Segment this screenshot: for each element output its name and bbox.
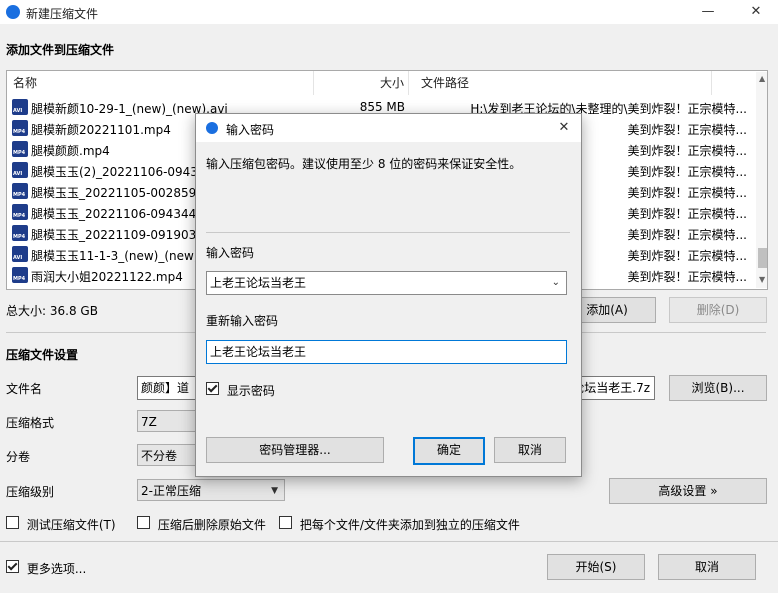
delete-after-checkbox[interactable] xyxy=(137,516,150,529)
minimize-button[interactable]: — xyxy=(697,3,719,21)
level-select[interactable]: 2-正常压缩 ▼ xyxy=(137,479,285,501)
separate-archives-option[interactable]: 把每个文件/文件夹添加到独立的压缩文件 xyxy=(279,516,520,533)
file-type-label: MP4 xyxy=(13,213,26,219)
file-type-label: AVI xyxy=(13,171,23,177)
scroll-thumb[interactable] xyxy=(758,248,767,268)
file-type-label: MP4 xyxy=(13,150,26,156)
confirm-password-input[interactable]: 上老王论坛当老王 xyxy=(206,340,567,364)
file-path: 美到炸裂！正宗模特... xyxy=(627,228,747,242)
mp4-file-icon: MP4 xyxy=(12,183,28,199)
mp4-file-icon: MP4 xyxy=(12,141,28,157)
filename-label: 文件名 xyxy=(6,382,43,396)
file-type-label: AVI xyxy=(13,108,23,114)
total-size: 总大小: 36.8 GB xyxy=(6,304,98,318)
dialog-close-button[interactable]: ✕ xyxy=(553,119,575,137)
file-path: 美到炸裂！正宗模特... xyxy=(627,207,747,221)
level-label: 压缩级别 xyxy=(6,485,55,499)
file-type-label: MP4 xyxy=(13,192,26,198)
more-options-checkbox[interactable] xyxy=(6,560,19,573)
confirm-password-label: 重新输入密码 xyxy=(206,314,279,328)
file-path: 美到炸裂！正宗模特... xyxy=(627,123,747,137)
password-label: 输入密码 xyxy=(206,246,255,260)
file-path: 美到炸裂！正宗模特... xyxy=(627,249,747,263)
title-bar: 新建压缩文件 — ✕ xyxy=(0,0,778,24)
split-label: 分卷 xyxy=(6,450,31,464)
show-password-checkbox[interactable] xyxy=(206,382,219,395)
advanced-settings-button[interactable]: 高级设置 » xyxy=(609,478,767,504)
window-title: 新建压缩文件 xyxy=(26,7,99,21)
file-type-label: MP4 xyxy=(13,276,26,282)
browse-button[interactable]: 浏览(B)... xyxy=(669,375,767,401)
list-scrollbar[interactable]: ▲ ▼ xyxy=(756,72,767,288)
avi-file-icon: AVI xyxy=(12,162,28,178)
file-type-label: MP4 xyxy=(13,129,26,135)
app-logo-icon xyxy=(6,5,20,19)
filename-value-end: 论坛当老王.7z xyxy=(572,381,650,395)
more-options-option[interactable]: 更多选项... xyxy=(6,560,86,577)
password-manager-button[interactable]: 密码管理器... xyxy=(206,437,384,463)
add-files-heading: 添加文件到压缩文件 xyxy=(6,43,115,57)
file-path: 美到炸裂！正宗模特... xyxy=(627,165,747,179)
chevron-down-icon: ▼ xyxy=(271,486,278,496)
dialog-cancel-button[interactable]: 取消 xyxy=(494,437,566,463)
mp4-file-icon: MP4 xyxy=(12,267,28,283)
password-input[interactable]: 上老王论坛当老王 ⌄ xyxy=(206,271,567,295)
mp4-file-icon: MP4 xyxy=(12,204,28,220)
dialog-hint: 输入压缩包密码。建议使用至少 8 位的密码来保证安全性。 xyxy=(206,157,522,171)
dialog-ok-button[interactable]: 确定 xyxy=(413,437,485,465)
scroll-down-icon[interactable]: ▼ xyxy=(759,275,765,284)
password-dialog: 输入密码 ✕ 输入压缩包密码。建议使用至少 8 位的密码来保证安全性。 输入密码… xyxy=(195,113,582,477)
file-size: 855 MB xyxy=(359,100,405,114)
file-path: 美到炸裂！正宗模特... xyxy=(627,270,747,284)
delete-after-label: 压缩后删除原始文件 xyxy=(157,518,266,532)
show-password-label: 显示密码 xyxy=(226,384,275,398)
confirm-password-value: 上老王论坛当老王 xyxy=(210,345,307,359)
password-value: 上老王论坛当老王 xyxy=(210,276,307,290)
mp4-file-icon: MP4 xyxy=(12,120,28,136)
file-type-label: AVI xyxy=(13,255,23,261)
test-archive-option[interactable]: 测试压缩文件(T) xyxy=(6,516,116,533)
dialog-divider xyxy=(206,232,570,233)
bottom-divider xyxy=(0,541,778,542)
dialog-title-bar: 输入密码 ✕ xyxy=(196,114,581,142)
file-path: 美到炸裂！正宗模特... xyxy=(627,144,747,158)
dialog-logo-icon xyxy=(206,122,218,134)
format-label: 压缩格式 xyxy=(6,416,55,430)
column-header-name[interactable]: 名称 xyxy=(7,71,314,95)
column-header-path[interactable]: 文件路径 xyxy=(415,71,712,95)
close-button[interactable]: ✕ xyxy=(745,3,767,21)
scroll-up-icon[interactable]: ▲ xyxy=(759,74,765,83)
avi-file-icon: AVI xyxy=(12,246,28,262)
file-path: 美到炸裂！正宗模特... xyxy=(627,186,747,200)
cancel-button[interactable]: 取消 xyxy=(658,554,756,580)
more-options-label: 更多选项... xyxy=(26,562,87,576)
settings-heading: 压缩文件设置 xyxy=(6,348,79,362)
file-type-label: MP4 xyxy=(13,234,26,240)
separate-archives-label: 把每个文件/文件夹添加到独立的压缩文件 xyxy=(299,518,520,532)
separate-archives-checkbox[interactable] xyxy=(279,516,292,529)
dialog-title: 输入密码 xyxy=(226,123,275,137)
avi-file-icon: AVI xyxy=(12,99,28,115)
filename-value: 颜颜】道 xyxy=(141,381,190,395)
test-archive-label: 测试压缩文件(T) xyxy=(26,518,116,532)
delete-button[interactable]: 删除(D) xyxy=(669,297,767,323)
column-header-size[interactable]: 大小 xyxy=(314,71,409,95)
level-value: 2-正常压缩 xyxy=(141,484,201,498)
test-archive-checkbox[interactable] xyxy=(6,516,19,529)
mp4-file-icon: MP4 xyxy=(12,225,28,241)
delete-after-option[interactable]: 压缩后删除原始文件 xyxy=(137,516,266,533)
history-dropdown-icon[interactable]: ⌄ xyxy=(552,272,560,294)
show-password-option[interactable]: 显示密码 xyxy=(206,382,275,399)
start-button[interactable]: 开始(S) xyxy=(547,554,645,580)
